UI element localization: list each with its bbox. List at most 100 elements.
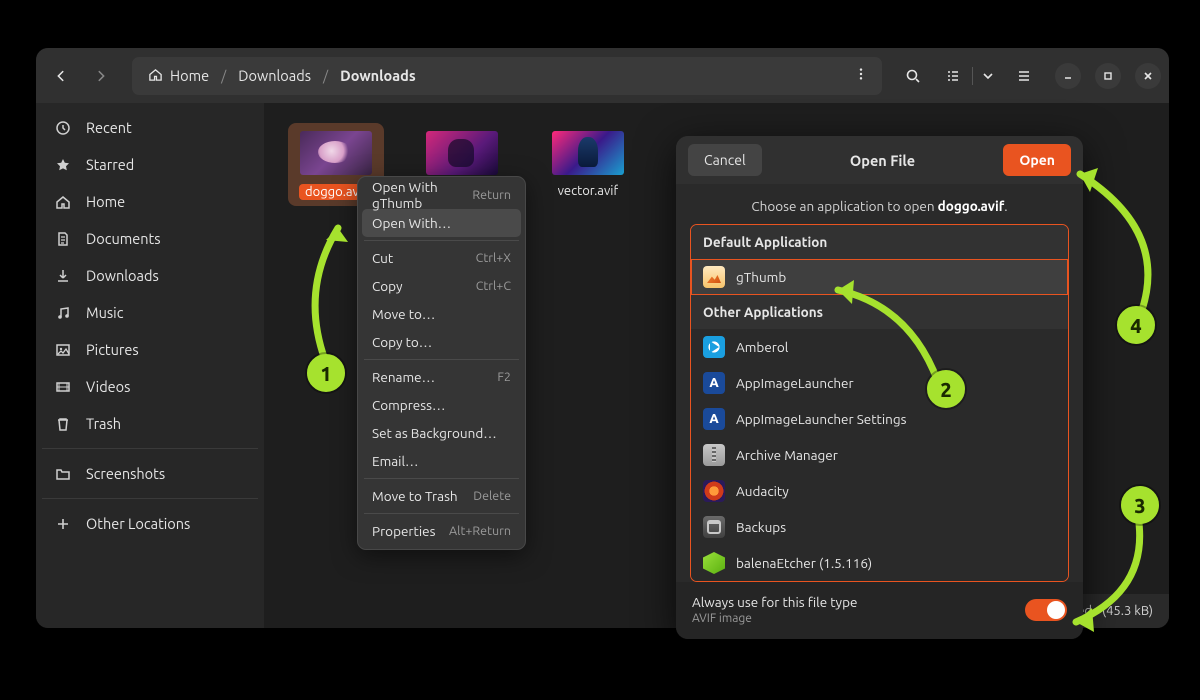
sidebar-item-label: Downloads	[86, 267, 159, 284]
menu-item[interactable]: Cut Ctrl+X	[362, 244, 521, 272]
app-row[interactable]: AAppImageLauncher	[691, 365, 1068, 401]
callout-1: 1	[307, 354, 345, 392]
breadcrumb: Home / Downloads / Downloads	[132, 57, 882, 95]
sidebar-item-pictures[interactable]: Pictures	[42, 331, 258, 368]
menu-item-label: Rename…	[372, 369, 435, 385]
menu-item-accel: Return	[472, 188, 511, 202]
app-row[interactable]: Backups	[691, 509, 1068, 545]
path-menu-button[interactable]	[844, 67, 878, 84]
always-use-label: Always use for this file type	[692, 594, 857, 610]
sidebar-item-label: Starred	[86, 156, 134, 173]
nav-back-button[interactable]	[44, 59, 78, 93]
file-label: vector.avif	[558, 184, 619, 198]
sidebar-item-documents[interactable]: Documents	[42, 220, 258, 257]
hamburger-menu-button[interactable]	[1007, 59, 1041, 93]
app-row[interactable]: Audacity	[691, 473, 1068, 509]
sidebar-item-home[interactable]: Home	[42, 183, 258, 220]
sidebar-item-trash[interactable]: Trash	[42, 405, 258, 442]
sidebar-item-videos[interactable]: Videos	[42, 368, 258, 405]
breadcrumb-home[interactable]: Home	[136, 59, 221, 93]
app-name: Archive Manager	[736, 447, 838, 463]
trash-icon	[54, 416, 72, 432]
app-name: Amberol	[736, 339, 788, 355]
cancel-button[interactable]: Cancel	[688, 144, 762, 176]
menu-item[interactable]: PropertiesAlt+Return	[362, 517, 521, 545]
menu-item-accel: F2	[497, 370, 511, 384]
menu-item-accel: Ctrl+X	[476, 251, 511, 265]
menu-item-label: Copy	[372, 278, 403, 294]
app-name: AppImageLauncher	[736, 375, 854, 391]
sidebar-item-starred[interactable]: Starred	[42, 146, 258, 183]
app-row[interactable]: A AppImageLauncher Settings	[691, 401, 1068, 437]
menu-item-label: Properties	[372, 523, 435, 539]
sidebar-item-recent[interactable]: Recent	[42, 109, 258, 146]
sidebar-item-label: Other Locations	[86, 515, 190, 532]
view-switcher	[936, 59, 1001, 93]
menu-item[interactable]: Copy to…	[362, 328, 521, 356]
menu-item-label: Email…	[372, 453, 418, 469]
menu-item[interactable]: Compress…	[362, 391, 521, 419]
breadcrumb-label: Downloads	[340, 67, 416, 84]
menu-item-label: Move to Trash	[372, 488, 458, 504]
other-apps-header: Other Applications	[691, 295, 1068, 329]
file-thumbnail	[426, 131, 498, 175]
download-icon	[54, 268, 72, 284]
context-menu: Open With gThumbReturn Open With… Cut Ctrl+…	[357, 176, 526, 550]
window-maximize-button[interactable]	[1095, 63, 1121, 89]
nav-forward-button[interactable]	[84, 59, 118, 93]
file-thumbnail	[552, 131, 624, 175]
callout-3: 3	[1121, 486, 1159, 524]
app-row-default[interactable]: gThumb	[691, 259, 1068, 295]
view-dropdown-button[interactable]	[975, 59, 1001, 93]
app-name: Backups	[736, 519, 786, 535]
sidebar-item-label: Music	[86, 304, 123, 321]
menu-item-label: Set as Background…	[372, 425, 497, 441]
sidebar-item-screenshots[interactable]: Screenshots	[42, 455, 258, 492]
sidebar-item-other-locations[interactable]: Other Locations	[42, 505, 258, 542]
app-row[interactable]: Archive Manager	[691, 437, 1068, 473]
view-list-button[interactable]	[936, 59, 970, 93]
app-row[interactable]: balenaEtcher (1.5.116)	[691, 545, 1068, 581]
menu-item-label: Open With…	[372, 215, 451, 231]
dialog-header: Cancel Open File Open	[676, 136, 1083, 184]
open-file-dialog: Cancel Open File Open Choose an applicat…	[676, 136, 1083, 639]
menu-item[interactable]: Set as Background…	[362, 419, 521, 447]
app-chooser: Default Application gThumb Other Applica…	[690, 224, 1069, 582]
menu-item-label: Cut	[372, 250, 393, 266]
search-button[interactable]	[896, 59, 930, 93]
menu-item[interactable]: Move to…	[362, 300, 521, 328]
dialog-subtitle: Choose an application to open doggo.avif…	[676, 184, 1083, 224]
titlebar: Home / Downloads / Downloads	[36, 48, 1169, 103]
callout-4: 4	[1117, 306, 1155, 344]
breadcrumb-segment[interactable]: Downloads	[226, 59, 323, 93]
menu-item[interactable]: Move to Trash Delete	[362, 482, 521, 510]
open-button[interactable]: Open	[1003, 144, 1071, 176]
menu-item[interactable]: Open With gThumbReturn	[362, 181, 521, 209]
file-tile[interactable]: vector.avif	[540, 123, 636, 206]
sidebar-item-music[interactable]: Music	[42, 294, 258, 331]
file-type-label: AVIF image	[692, 612, 857, 625]
app-icon	[703, 516, 725, 538]
file-thumbnail	[300, 131, 372, 175]
breadcrumb-label: Home	[170, 67, 209, 84]
sidebar-item-downloads[interactable]: Downloads	[42, 257, 258, 294]
callout-2: 2	[927, 370, 965, 408]
app-name: AppImageLauncher Settings	[736, 411, 906, 427]
app-icon	[703, 336, 725, 358]
app-name: gThumb	[736, 269, 786, 285]
home-icon	[54, 194, 72, 210]
menu-item[interactable]: Email…	[362, 447, 521, 475]
app-name: balenaEtcher (1.5.116)	[736, 555, 872, 571]
menu-item[interactable]: CopyCtrl+C	[362, 272, 521, 300]
breadcrumb-segment-current[interactable]: Downloads	[328, 59, 428, 93]
app-icon: A	[703, 408, 725, 430]
window-minimize-button[interactable]	[1055, 63, 1081, 89]
window-close-button[interactable]	[1135, 63, 1161, 89]
menu-item-accel: Delete	[473, 489, 511, 503]
menu-item[interactable]: Open With…	[362, 209, 521, 237]
app-icon	[703, 552, 725, 574]
always-use-toggle[interactable]	[1025, 599, 1067, 621]
music-icon	[54, 305, 72, 321]
menu-item[interactable]: Rename… F2	[362, 363, 521, 391]
app-row[interactable]: Amberol	[691, 329, 1068, 365]
